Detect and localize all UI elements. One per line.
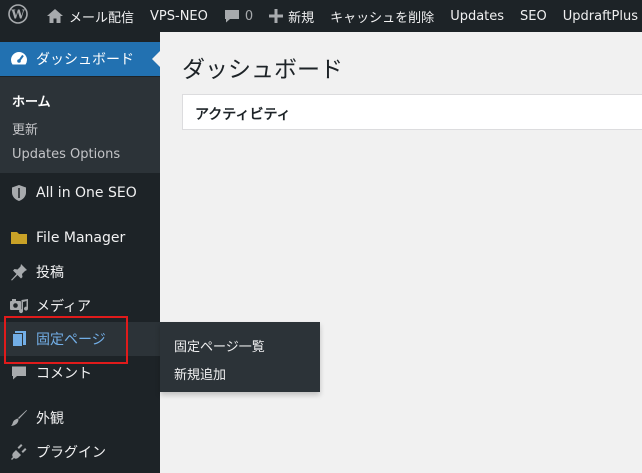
paintbrush-icon [0,409,36,427]
sidebar-item-comments[interactable]: コメント [0,356,160,390]
updates-label: Updates [450,8,505,24]
page-title: ダッシュボード [182,57,343,83]
sidebar-item-label: コメント [36,366,92,382]
site-name: メール配信 [69,10,135,26]
flyout-item-add-new[interactable]: 新規追加 [174,364,226,383]
updates-menu[interactable]: Updates [442,0,512,32]
submenu-item-home[interactable]: ホーム [12,91,51,110]
wordpress-logo-icon: W [8,4,28,28]
vps-neo-label: VPS-NEO [150,8,208,24]
dashboard-gauge-icon [0,49,36,69]
cache-clear-menu[interactable]: キャッシュを削除 [322,0,442,32]
folder-icon [0,231,36,245]
site-name-menu[interactable]: メール配信 [38,0,142,32]
comment-bubble-icon [0,365,36,381]
activity-widget: アクティビティ [182,94,642,130]
sidebar-item-label: 外観 [36,411,64,427]
sidebar-item-all-in-one-seo[interactable]: All in One SEO [0,176,160,210]
vps-neo-menu[interactable]: VPS-NEO [142,0,216,32]
sidebar-item-label: プラグイン [36,445,106,461]
admin-sidebar: ダッシュボード ホーム 更新 Updates Options All in On… [0,32,160,473]
comments-count: 0 [244,8,254,24]
updraftplus-label: UpdraftPlus [562,8,638,24]
new-content-menu[interactable]: 新規 [261,0,322,32]
plug-icon [0,443,36,461]
activity-widget-title[interactable]: アクティビティ [195,104,291,124]
pages-flyout-submenu: 固定ページ一覧 新規追加 [160,322,320,392]
comment-bubble-icon [224,8,240,24]
sidebar-item-label: 投稿 [36,265,64,281]
flyout-item-all-pages[interactable]: 固定ページ一覧 [174,336,265,355]
sidebar-item-label: 固定ページ [36,332,106,348]
updraftplus-menu[interactable]: UpdraftPlus [555,0,642,32]
submenu-item-updates-options[interactable]: Updates Options [12,147,120,162]
sidebar-item-label: All in One SEO [36,185,137,201]
sidebar-item-media[interactable]: メディア [0,289,160,323]
sidebar-item-label: ダッシュボード [36,52,134,68]
home-icon [46,8,64,24]
comments-menu[interactable]: 0 [216,0,261,32]
wp-logo-menu[interactable]: W [0,0,38,32]
sidebar-item-label: メディア [36,299,92,315]
media-camera-music-icon [0,297,36,315]
seo-label: SEO [520,8,547,24]
pages-icon [0,330,36,348]
sidebar-item-dashboard[interactable]: ダッシュボード [0,42,160,76]
sidebar-item-appearance[interactable]: 外観 [0,401,160,435]
admin-bar: W メール配信 VPS-NEO 0 新規 キャッシュを削除 Updates SE… [0,0,642,32]
sidebar-item-file-manager[interactable]: File Manager [0,221,160,255]
submenu-item-updates[interactable]: 更新 [12,119,38,138]
plus-icon [269,9,284,23]
pushpin-icon [0,263,36,281]
cache-clear-label: キャッシュを削除 [330,10,435,26]
sidebar-item-label: File Manager [36,230,126,246]
shield-icon [0,184,36,202]
seo-menu[interactable]: SEO [512,0,555,32]
svg-text:W: W [10,8,25,22]
sidebar-item-posts[interactable]: 投稿 [0,255,160,289]
dashboard-submenu: ホーム 更新 Updates Options [0,77,160,173]
new-label: 新規 [288,10,315,26]
sidebar-item-plugins[interactable]: プラグイン [0,435,160,469]
sidebar-item-pages[interactable]: 固定ページ [0,322,160,356]
